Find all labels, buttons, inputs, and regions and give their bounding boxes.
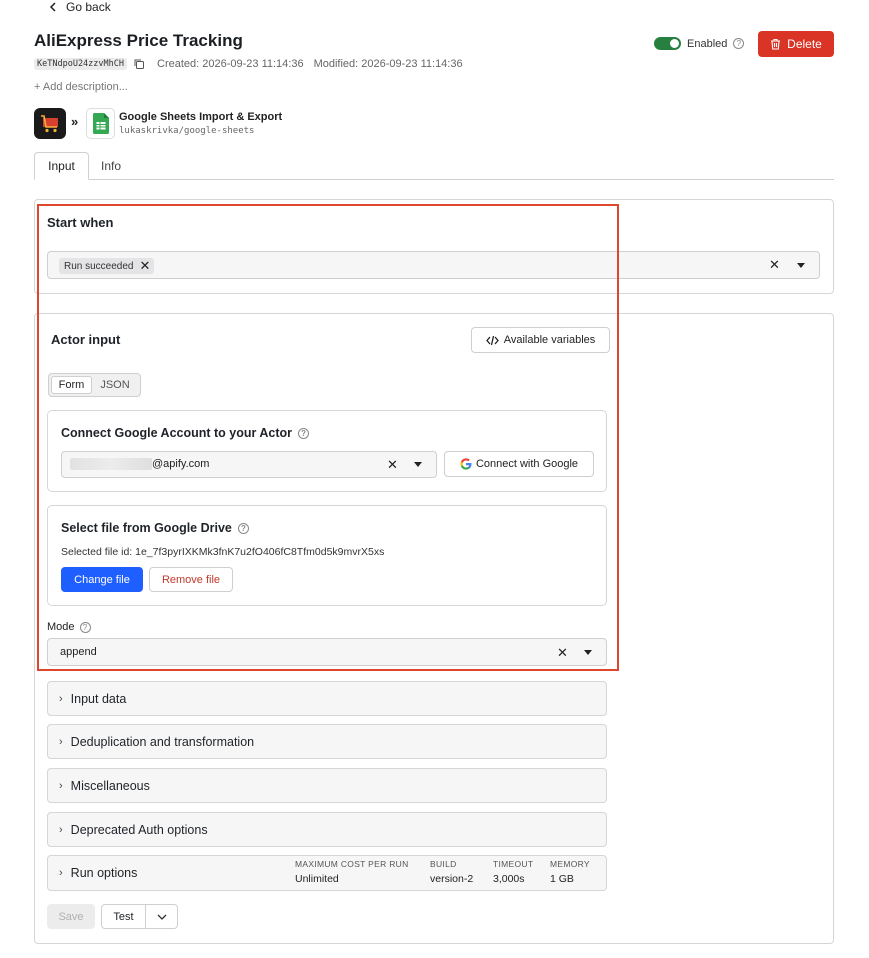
go-back-label: Go back xyxy=(66,0,111,14)
test-button[interactable]: Test xyxy=(102,905,146,928)
chevron-right-icon: › xyxy=(59,867,63,879)
max-cost-label: MAXIMUM COST PER RUN xyxy=(295,859,409,869)
section-deprecated-auth[interactable]: › Deprecated Auth options xyxy=(47,812,607,847)
memory-label: MEMORY xyxy=(550,859,590,869)
max-cost-value: Unlimited xyxy=(295,873,339,885)
save-button[interactable]: Save xyxy=(47,904,95,929)
task-meta-row: KeTNdpoU24zzvMhCH Created: 2026-09-23 11… xyxy=(34,58,473,70)
section-label: Miscellaneous xyxy=(70,778,150,793)
delete-label: Delete xyxy=(787,37,822,51)
build-value: version-2 xyxy=(430,873,474,885)
enabled-toggle-group: Enabled ? xyxy=(654,37,745,50)
task-id: KeTNdpoU24zzvMhCH xyxy=(34,58,127,70)
modified-date: Modified: 2026-09-23 11:14:36 xyxy=(313,58,463,70)
memory-column: MEMORY 1 GB xyxy=(550,859,590,885)
add-description-link[interactable]: + Add description... xyxy=(34,81,128,93)
help-icon[interactable]: ? xyxy=(733,38,745,49)
google-sheets-icon xyxy=(92,113,109,134)
section-deduplication[interactable]: › Deduplication and transformation xyxy=(47,724,607,759)
actor-separator: » xyxy=(71,114,79,129)
page-title: AliExpress Price Tracking xyxy=(34,31,243,50)
actor-name[interactable]: Google Sheets Import & Export xyxy=(119,111,282,123)
section-input-data[interactable]: › Input data xyxy=(47,681,607,716)
tab-info[interactable]: Info xyxy=(101,159,121,173)
timeout-label: TIMEOUT xyxy=(493,859,534,869)
memory-value: 1 GB xyxy=(550,873,574,885)
section-label: Deduplication and transformation xyxy=(70,734,255,749)
timeout-column: TIMEOUT 3,000s xyxy=(493,859,533,885)
chevron-right-icon: › xyxy=(59,735,63,748)
actor-slug: lukaskrivka/google-sheets xyxy=(119,126,255,136)
section-miscellaneous[interactable]: › Miscellaneous xyxy=(47,768,607,803)
chevron-left-icon xyxy=(49,2,56,12)
test-options-button[interactable] xyxy=(146,905,177,928)
section-label: Run options xyxy=(70,866,138,880)
chevron-down-icon xyxy=(157,914,166,920)
tabs-divider xyxy=(34,179,834,180)
chevron-right-icon: › xyxy=(59,692,63,705)
shopping-cart-icon xyxy=(41,114,58,132)
enabled-toggle[interactable] xyxy=(654,37,681,50)
tab-input[interactable]: Input xyxy=(34,152,89,180)
trash-icon xyxy=(771,38,781,50)
section-label: Input data xyxy=(70,691,127,706)
build-column: BUILD version-2 xyxy=(430,859,473,885)
timeout-value: 3,000s xyxy=(493,873,525,885)
highlight-box xyxy=(37,204,619,671)
chevron-right-icon: › xyxy=(59,823,63,836)
google-sheets-logo xyxy=(86,108,115,139)
test-button-group: Test xyxy=(101,904,178,929)
copy-icon[interactable] xyxy=(133,58,145,70)
section-run-options[interactable]: › Run options MAXIMUM COST PER RUN Unlim… xyxy=(47,855,607,891)
max-cost-column: MAXIMUM COST PER RUN Unlimited xyxy=(295,859,409,885)
task-icon xyxy=(34,108,66,139)
clear-icon[interactable]: ✕ xyxy=(769,257,780,273)
enabled-label: Enabled xyxy=(687,37,728,50)
section-label: Deprecated Auth options xyxy=(70,822,208,837)
chevron-down-icon[interactable] xyxy=(797,263,805,268)
delete-button[interactable]: Delete xyxy=(758,31,834,57)
created-date: Created: 2026-09-23 11:14:36 xyxy=(157,58,304,70)
build-label: BUILD xyxy=(430,859,457,869)
go-back-link[interactable]: Go back xyxy=(48,0,111,14)
chevron-right-icon: › xyxy=(59,779,63,792)
